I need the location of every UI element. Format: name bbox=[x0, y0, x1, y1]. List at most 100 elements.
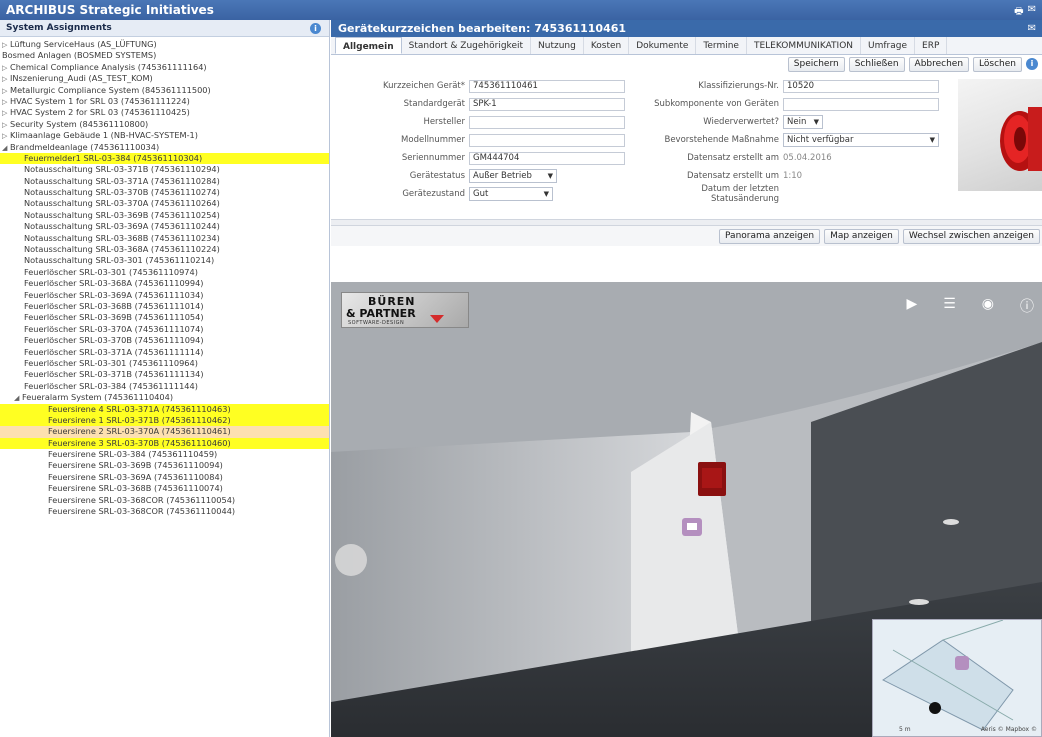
tree-item[interactable]: Feuerlöscher SRL-03-301 (745361110964) bbox=[0, 358, 329, 369]
tree-item[interactable]: Feuerlöscher SRL-03-368A (745361110994) bbox=[0, 278, 329, 289]
collapse-icon[interactable]: ◢ bbox=[14, 393, 22, 404]
help-icon[interactable]: i bbox=[1026, 58, 1038, 70]
collapse-icon[interactable]: ◢ bbox=[2, 143, 10, 154]
tab-5[interactable]: Termine bbox=[696, 37, 747, 54]
save-button[interactable]: Speichern bbox=[787, 56, 845, 72]
expand-icon[interactable]: ▷ bbox=[2, 74, 10, 85]
label-standardgeraet: Standardgerät bbox=[403, 99, 465, 109]
tree-item[interactable]: Feuerlöscher SRL-03-301 (745361110974) bbox=[0, 267, 329, 278]
tree-item[interactable]: Feuerlöscher SRL-03-369B (745361111054) bbox=[0, 312, 329, 323]
tree-item[interactable]: ▷ Security System (845361110800) bbox=[0, 119, 329, 130]
edit-panel: Gerätekurzzeichen bearbeiten: 7453611104… bbox=[331, 20, 1042, 737]
tree-item[interactable]: Feuerlöscher SRL-03-368B (745361111014) bbox=[0, 301, 329, 312]
tree-item[interactable]: Notausschaltung SRL-03-301 (745361110214… bbox=[0, 255, 329, 266]
tree-item-label: Feuersirene 1 SRL-03-371B (745361110462) bbox=[48, 414, 231, 425]
tree-item[interactable]: Notausschaltung SRL-03-369A (74536111024… bbox=[0, 221, 329, 232]
tab-3[interactable]: Kosten bbox=[584, 37, 630, 54]
tree-item[interactable]: Feuerlöscher SRL-03-371B (745361111134) bbox=[0, 369, 329, 380]
tree-item[interactable]: ▷ HVAC System 2 for SRL 03 (745361110425) bbox=[0, 107, 329, 118]
tree-item[interactable]: Feuermelder1 SRL-03-384 (745361110304) bbox=[0, 152, 329, 165]
tree-item-label: Security System (845361110800) bbox=[10, 118, 149, 129]
klassifizierung-field[interactable]: 10520 bbox=[783, 79, 939, 93]
tree-item[interactable]: Feuersirene SRL-03-368COR (745361110044) bbox=[0, 506, 329, 517]
mail-icon[interactable]: ✉ bbox=[1028, 23, 1036, 34]
tree-item-label: Feuersirene SRL-03-368B (745361110074) bbox=[48, 483, 223, 494]
tree-item[interactable]: Notausschaltung SRL-03-370B (74536111027… bbox=[0, 187, 329, 198]
tree-item[interactable]: Feuerlöscher SRL-03-371A (745361111114) bbox=[0, 347, 329, 358]
expand-icon[interactable]: ▷ bbox=[2, 131, 10, 142]
tree-item[interactable]: Feuersirene 4 SRL-03-371A (745361110463) bbox=[0, 403, 329, 415]
show-map-button[interactable]: Map anzeigen bbox=[824, 228, 899, 244]
tree-item[interactable]: ▷ Metallurgic Compliance System (84536111… bbox=[0, 85, 329, 96]
wiederverwertet-select[interactable]: Nein ▼ bbox=[783, 115, 823, 129]
panorama-viewer[interactable]: BÜREN & PARTNER SOFTWARE-DESIGN ▶ ☰ ◉ ⓘ … bbox=[331, 282, 1042, 737]
geraetezustand-select[interactable]: Gut ▼ bbox=[469, 187, 553, 201]
tree-item[interactable]: ▷ Klimaanlage Gebäude 1 (NB-HVAC-SYSTEM-1… bbox=[0, 130, 329, 141]
tree-item[interactable]: Feuerlöscher SRL-03-384 (745361111144) bbox=[0, 381, 329, 392]
tab-2[interactable]: Nutzung bbox=[531, 37, 584, 54]
viewer-tools: ▶ ☰ ◉ ⓘ bbox=[906, 296, 1034, 316]
tree-item[interactable]: Feuersirene 3 SRL-03-370B (745361110460) bbox=[0, 437, 329, 450]
tree-item[interactable]: Notausschaltung SRL-03-368B (74536111023… bbox=[0, 233, 329, 244]
show-panorama-button[interactable]: Panorama anzeigen bbox=[719, 228, 821, 244]
tree-item-label: Feuerlöscher SRL-03-371B (745361111134) bbox=[24, 369, 204, 380]
tree-item-label: Feuersirene SRL-03-369B (745361110094) bbox=[48, 460, 223, 471]
modellnummer-field[interactable] bbox=[469, 133, 625, 147]
tree-item[interactable]: Notausschaltung SRL-03-370A (74536111026… bbox=[0, 198, 329, 209]
tree-list: ▷ Lüftung ServiceHaus (AS_LÜFTUNG) Bosmed … bbox=[0, 37, 329, 517]
tree-item[interactable]: Notausschaltung SRL-03-371A (74536111028… bbox=[0, 176, 329, 187]
tree-item-label: Feuerlöscher SRL-03-301 (745361110964) bbox=[24, 357, 198, 368]
tree-item[interactable]: Feuersirene SRL-03-369A (745361110084) bbox=[0, 472, 329, 483]
tree-header-title: System Assignments bbox=[6, 23, 112, 33]
tree-item[interactable]: Feuerlöscher SRL-03-370B (745361111094) bbox=[0, 335, 329, 346]
tree-item[interactable]: ▷ HVAC System 1 for SRL 03 (745361111224) bbox=[0, 96, 329, 107]
tree-item[interactable]: Feuerlöscher SRL-03-369A (745361111034) bbox=[0, 290, 329, 301]
tab-8[interactable]: ERP bbox=[915, 37, 948, 54]
tab-7[interactable]: Umfrage bbox=[861, 37, 916, 54]
tree-item[interactable]: Notausschaltung SRL-03-371B (74536111029… bbox=[0, 164, 329, 175]
play-icon[interactable]: ▶ bbox=[906, 296, 917, 316]
tree-item[interactable]: ▷ INszenierung_Audi (AS_TEST_KOM) bbox=[0, 73, 329, 84]
floor-minimap[interactable]: 5 m Aeris © Mapbox © bbox=[872, 619, 1042, 737]
tree-item[interactable]: Feuersirene SRL-03-384 (745361110459) bbox=[0, 449, 329, 460]
tree-item[interactable]: ▷ Lüftung ServiceHaus (AS_LÜFTUNG) bbox=[0, 39, 329, 50]
tree-item[interactable]: Notausschaltung SRL-03-369B (74536111025… bbox=[0, 210, 329, 221]
tab-0[interactable]: Allgemein bbox=[335, 37, 402, 54]
tree-item[interactable]: Feuersirene SRL-03-368B (745361110074) bbox=[0, 483, 329, 494]
erstellt-um-value: 1:10 bbox=[783, 171, 803, 181]
tree-item[interactable]: ◢ Feueralarm System (745361110404) bbox=[0, 392, 329, 403]
info-icon[interactable]: ⓘ bbox=[1020, 296, 1034, 316]
massnahme-select[interactable]: Nicht verfügbar ▼ bbox=[783, 133, 939, 147]
eye-icon[interactable]: ◉ bbox=[982, 296, 994, 316]
tree-item[interactable]: Feuerlöscher SRL-03-370A (745361111074) bbox=[0, 324, 329, 335]
info-icon[interactable]: i bbox=[310, 23, 321, 34]
close-button[interactable]: Schließen bbox=[848, 56, 905, 72]
mail-icon[interactable]: ✉ bbox=[1028, 4, 1036, 21]
subkomponente-field[interactable] bbox=[783, 97, 939, 111]
hersteller-field[interactable] bbox=[469, 115, 625, 129]
standardgeraet-field[interactable]: SPK-1 bbox=[469, 97, 625, 111]
tree-item[interactable]: ▷ Chemical Compliance Analysis (745361111… bbox=[0, 62, 329, 73]
toggle-view-button[interactable]: Wechsel zwischen anzeigen bbox=[902, 228, 1040, 244]
tree-item[interactable]: ◢ Brandmeldeanlage (745361110034) bbox=[0, 142, 329, 153]
tab-1[interactable]: Standort & Zugehörigkeit bbox=[402, 37, 532, 54]
tab-6[interactable]: TELEKOMMUNIKATION bbox=[747, 37, 862, 54]
seriennummer-field[interactable]: GM444704 bbox=[469, 151, 625, 165]
tree-item[interactable]: Notausschaltung SRL-03-368A (74536111022… bbox=[0, 244, 329, 255]
tree-item[interactable]: Feuersirene 1 SRL-03-371B (745361110462) bbox=[0, 414, 329, 427]
tree-item[interactable]: Feuersirene SRL-03-368COR (745361110054) bbox=[0, 495, 329, 506]
cancel-button[interactable]: Abbrechen bbox=[908, 56, 970, 72]
tree-item[interactable]: Feuersirene 2 SRL-03-370A (745361110461) bbox=[0, 426, 329, 438]
print-icon[interactable]: 🖶 bbox=[1014, 4, 1023, 21]
siren-image bbox=[1000, 107, 1042, 171]
tree-item[interactable]: Bosmed Anlagen (BOSMED SYSTEMS) bbox=[0, 50, 329, 61]
tab-4[interactable]: Dokumente bbox=[629, 37, 697, 54]
panel-splitter[interactable] bbox=[331, 219, 1042, 226]
kurzzeichen-field[interactable]: 745361110461 bbox=[469, 79, 625, 93]
delete-button[interactable]: Löschen bbox=[973, 56, 1022, 72]
tree-item[interactable]: Feuersirene SRL-03-369B (745361110094) bbox=[0, 460, 329, 471]
geraetestatus-value: Außer Betrieb bbox=[473, 171, 532, 181]
label-geraetestatus: Gerätestatus bbox=[409, 171, 465, 181]
list-icon[interactable]: ☰ bbox=[943, 296, 956, 316]
geraetestatus-select[interactable]: Außer Betrieb ▼ bbox=[469, 169, 557, 183]
